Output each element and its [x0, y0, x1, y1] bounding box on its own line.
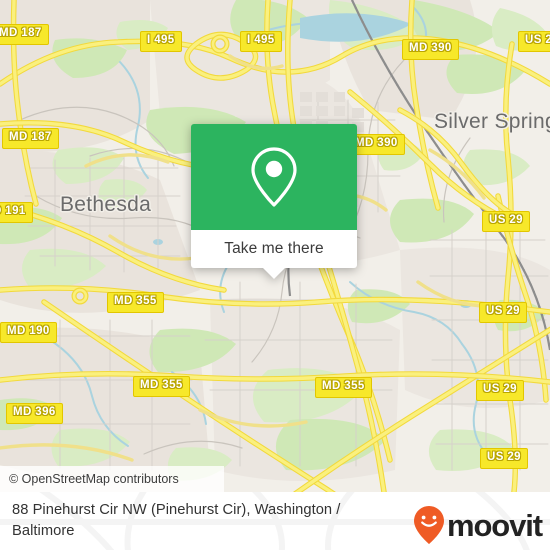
- road-shield-md355-west: MD 355: [133, 376, 190, 397]
- road-shield-md187-mid: MD 187: [2, 128, 59, 149]
- popup-tail-pointer: [263, 268, 285, 279]
- popup-icon-area: [191, 124, 357, 230]
- road-shield-us29-top: US 29: [518, 31, 550, 52]
- road-shield-i495-west: I 495: [140, 31, 182, 52]
- moovit-wordmark: moovit: [446, 507, 543, 543]
- popup-footer[interactable]: Take me there: [191, 230, 357, 279]
- road-shield-md390: MD 390: [402, 39, 459, 60]
- osm-attribution-text: © OpenStreetMap contributors: [9, 472, 179, 486]
- moovit-logo[interactable]: moovit: [412, 505, 543, 545]
- road-shield-us29-1: US 29: [482, 211, 530, 232]
- destination-address-label: 88 Pinehurst Cir NW (Pinehurst Cir), Was…: [12, 502, 341, 539]
- road-shield-us29-4: US 29: [480, 448, 528, 469]
- destination-popup-card[interactable]: Take me there: [191, 124, 357, 279]
- take-me-there-label: Take me there: [224, 240, 324, 257]
- bottom-info-bar: 88 Pinehurst Cir NW (Pinehurst Cir), Was…: [0, 492, 550, 550]
- road-shield-md187-top: MD 187: [0, 24, 49, 45]
- map-canvas[interactable]: .park{fill:#cfe8b6;} .park2{fill:#d9ecc4…: [0, 0, 550, 492]
- road-shield-us29-3: US 29: [476, 380, 524, 401]
- road-shield-i495-east: I 495: [240, 31, 282, 52]
- map-pin-icon: [251, 147, 297, 207]
- road-shield-md396: MD 396: [6, 403, 63, 424]
- road-shield-md191: MD 191: [0, 202, 33, 223]
- road-shield-md355-north: MD 355: [107, 292, 164, 313]
- road-shield-md190: MD 190: [0, 322, 57, 343]
- moovit-map-screen: .park{fill:#cfe8b6;} .park2{fill:#d9ecc4…: [0, 0, 550, 550]
- road-shield-us29-2: US 29: [479, 302, 527, 323]
- road-shield-md355-east: MD 355: [315, 377, 372, 398]
- moovit-pin-icon: [413, 506, 444, 544]
- osm-attribution-bar[interactable]: © OpenStreetMap contributors: [0, 466, 224, 492]
